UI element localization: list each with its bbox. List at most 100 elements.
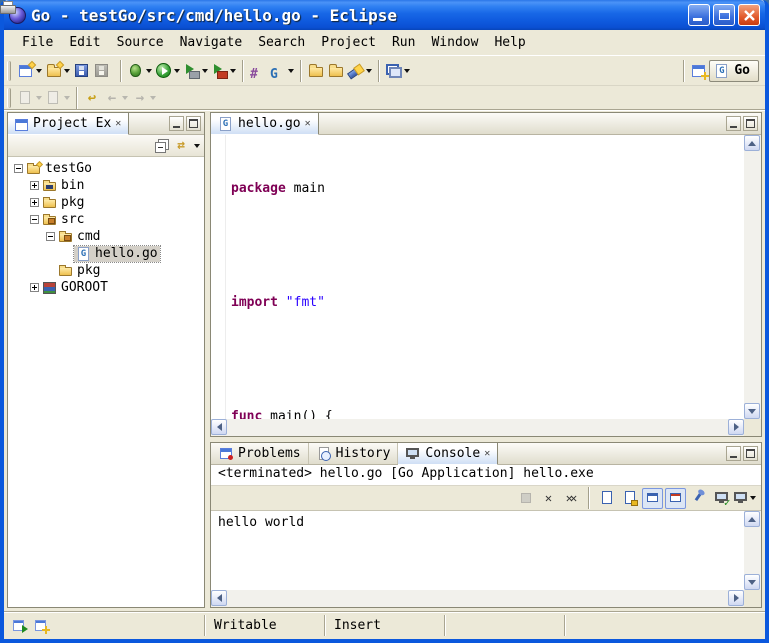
pin-console-button[interactable] bbox=[688, 488, 709, 509]
code-line: import "fmt" bbox=[211, 293, 744, 312]
minimize-view-button[interactable] bbox=[169, 116, 184, 131]
console-horizontal-scrollbar[interactable] bbox=[211, 590, 744, 607]
minimize-view-button[interactable] bbox=[726, 446, 741, 461]
run-button[interactable] bbox=[154, 59, 182, 83]
scroll-right-button[interactable] bbox=[728, 590, 744, 606]
save-all-button[interactable] bbox=[92, 59, 112, 83]
view-menu-icon[interactable] bbox=[194, 144, 200, 148]
forward-button[interactable]: → bbox=[130, 86, 158, 110]
close-view-icon[interactable]: ✕ bbox=[115, 119, 121, 129]
expand-toggle-icon[interactable] bbox=[30, 283, 39, 292]
maximize-view-button[interactable] bbox=[186, 116, 201, 131]
search-button[interactable] bbox=[346, 59, 374, 83]
toolbar-grip[interactable] bbox=[7, 61, 11, 81]
collapse-all-icon[interactable] bbox=[153, 138, 169, 154]
open-resource-button[interactable] bbox=[306, 59, 326, 83]
scroll-up-button[interactable] bbox=[744, 135, 760, 151]
scroll-left-button[interactable] bbox=[211, 590, 227, 606]
menu-window[interactable]: Window bbox=[423, 32, 486, 53]
editor-horizontal-scrollbar[interactable] bbox=[211, 419, 744, 436]
code-area[interactable]: package main import "fmt" func main() { … bbox=[211, 135, 744, 419]
open-perspective-button[interactable] bbox=[689, 59, 709, 83]
collapse-toggle-icon[interactable] bbox=[14, 164, 23, 173]
minimize-view-button[interactable] bbox=[726, 116, 741, 131]
clear-console-button[interactable] bbox=[596, 488, 617, 509]
remove-launch-button[interactable]: ✕ bbox=[538, 488, 559, 509]
tree-item-bin[interactable]: bin bbox=[8, 177, 204, 194]
selected-tree-item[interactable]: G hello.go bbox=[74, 246, 160, 262]
collapse-toggle-icon[interactable] bbox=[30, 215, 39, 224]
show-stdout-button[interactable] bbox=[642, 488, 663, 509]
tree-item-hello-go[interactable]: G hello.go bbox=[8, 245, 204, 262]
tab-problems[interactable]: Problems bbox=[211, 443, 309, 464]
back-button[interactable]: ← bbox=[102, 86, 130, 110]
scroll-down-button[interactable] bbox=[744, 403, 760, 419]
go-perspective-button[interactable]: G Go bbox=[709, 60, 759, 82]
show-stderr-button[interactable] bbox=[665, 488, 686, 509]
new-project-button[interactable] bbox=[44, 59, 72, 83]
tab-project-explorer[interactable]: Project Ex ✕ bbox=[8, 113, 129, 135]
console-output-area[interactable]: hello world bbox=[211, 511, 761, 607]
debug-button[interactable] bbox=[126, 59, 154, 83]
folder-icon bbox=[58, 263, 74, 279]
chevron-down-icon bbox=[36, 69, 42, 73]
open-console-button[interactable] bbox=[734, 488, 755, 509]
tree-item-testgo[interactable]: testGo bbox=[8, 160, 204, 177]
fast-view-icon[interactable] bbox=[12, 618, 28, 634]
menu-source[interactable]: Source bbox=[109, 32, 172, 53]
menu-file[interactable]: File bbox=[14, 32, 61, 53]
new-wizard-button[interactable] bbox=[16, 59, 44, 83]
scroll-left-button[interactable] bbox=[211, 419, 227, 435]
tree-item-pkg[interactable]: pkg bbox=[8, 194, 204, 211]
terminate-button[interactable] bbox=[515, 488, 536, 509]
tree-item-cmd[interactable]: cmd bbox=[8, 228, 204, 245]
run-external-button[interactable] bbox=[182, 59, 210, 83]
tab-console[interactable]: Console ✕ bbox=[398, 443, 498, 465]
new-go-element-button[interactable]: G bbox=[268, 59, 296, 83]
close-button[interactable] bbox=[738, 4, 760, 26]
new-go-package-button[interactable]: # bbox=[248, 59, 268, 83]
window-plus-icon[interactable] bbox=[34, 618, 50, 634]
last-edit-location-button[interactable]: ↩ bbox=[82, 86, 102, 110]
maximize-view-button[interactable] bbox=[743, 116, 758, 131]
display-console-button[interactable]: ✓ bbox=[711, 488, 732, 509]
previous-annotation-button[interactable] bbox=[44, 86, 72, 110]
console-vertical-scrollbar[interactable] bbox=[744, 511, 761, 590]
menu-project[interactable]: Project bbox=[313, 32, 384, 53]
close-tab-icon[interactable]: ✕ bbox=[305, 119, 311, 129]
open-type-button[interactable] bbox=[326, 59, 346, 83]
remove-all-launches-button[interactable]: ✕✕ bbox=[561, 488, 582, 509]
project-tree: testGo bin pkg src bbox=[8, 157, 204, 607]
menu-navigate[interactable]: Navigate bbox=[172, 32, 251, 53]
save-button[interactable] bbox=[72, 59, 92, 83]
external-tools-button[interactable] bbox=[210, 59, 238, 83]
tree-item-goroot[interactable]: GOROOT bbox=[8, 279, 204, 296]
scroll-lock-button[interactable] bbox=[619, 488, 640, 509]
editor-vertical-scrollbar[interactable] bbox=[744, 135, 761, 419]
menu-search[interactable]: Search bbox=[250, 32, 313, 53]
close-view-icon[interactable]: ✕ bbox=[484, 449, 490, 459]
scroll-right-button[interactable] bbox=[728, 419, 744, 435]
scroll-down-button[interactable] bbox=[744, 574, 760, 590]
tree-item-src[interactable]: src bbox=[8, 211, 204, 228]
expand-toggle-icon[interactable] bbox=[30, 198, 39, 207]
collapse-toggle-icon[interactable] bbox=[46, 232, 55, 241]
tab-history[interactable]: History bbox=[309, 443, 399, 464]
maximize-button[interactable] bbox=[713, 4, 735, 26]
print-button[interactable] bbox=[112, 59, 116, 83]
link-with-editor-icon[interactable]: ⇄ bbox=[173, 138, 189, 154]
tree-item-src-pkg[interactable]: pkg bbox=[8, 262, 204, 279]
workbench-area: Project Ex ✕ ⇄ testGo bbox=[4, 110, 765, 611]
scroll-up-button[interactable] bbox=[744, 511, 760, 527]
expand-toggle-icon[interactable] bbox=[30, 181, 39, 190]
next-annotation-button[interactable] bbox=[16, 86, 44, 110]
arrow-left-icon bbox=[217, 594, 222, 602]
maximize-view-button[interactable] bbox=[743, 446, 758, 461]
toolbar-grip[interactable] bbox=[7, 88, 11, 108]
minimize-button[interactable] bbox=[688, 4, 710, 26]
team-sync-button[interactable] bbox=[384, 59, 412, 83]
tab-hello-go[interactable]: G hello.go ✕ bbox=[211, 113, 319, 135]
menu-edit[interactable]: Edit bbox=[61, 32, 108, 53]
menu-help[interactable]: Help bbox=[486, 32, 533, 53]
menu-run[interactable]: Run bbox=[384, 32, 423, 53]
